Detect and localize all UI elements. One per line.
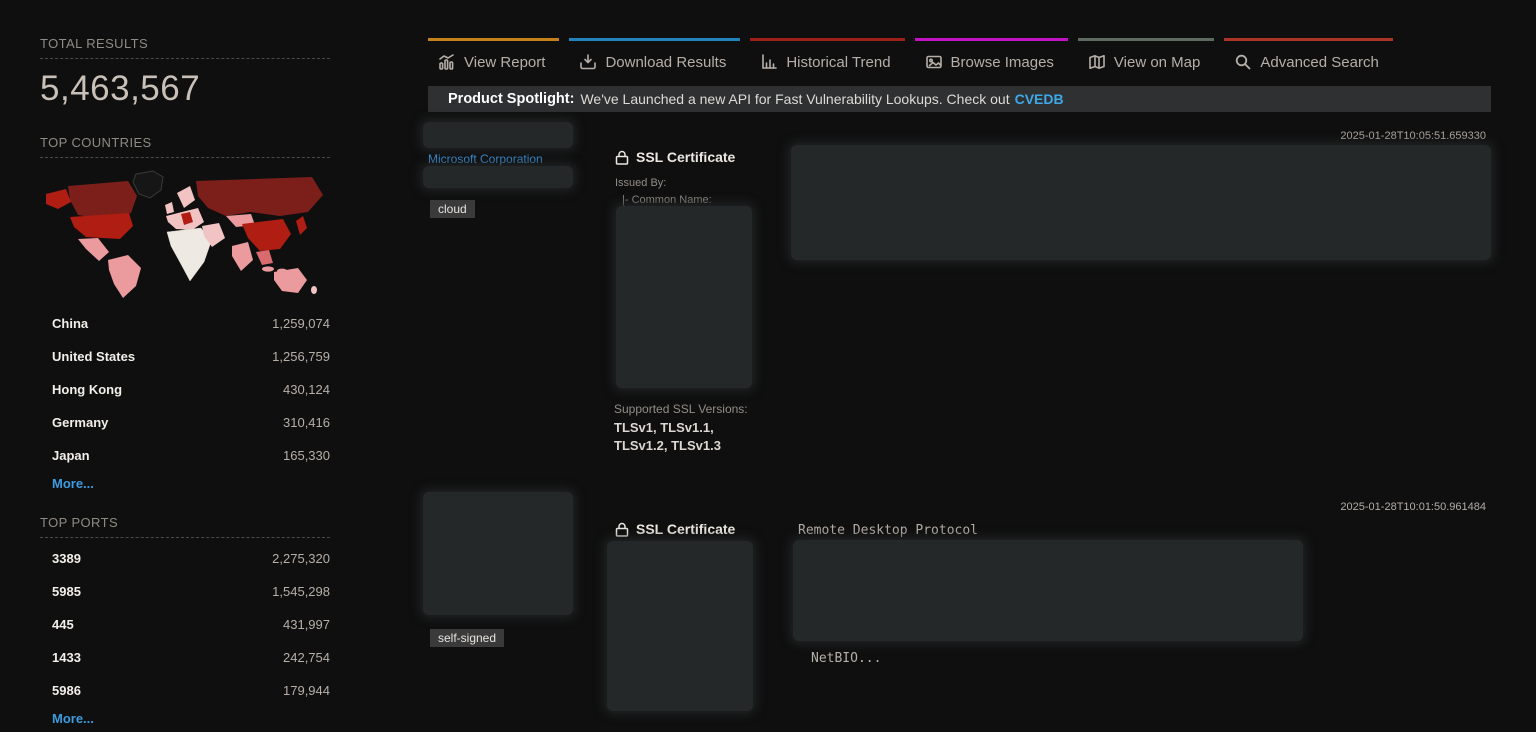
port-row[interactable]: 5985 1,545,298 (40, 575, 330, 608)
result-timestamp: 2025-01-28T10:01:50.961484 (1340, 501, 1486, 513)
top-countries-list: China 1,259,074 United States 1,256,759 … (40, 307, 330, 472)
banner-prefix: Product Spotlight: (448, 91, 574, 107)
port-name[interactable]: 5986 (52, 683, 81, 698)
lock-icon (615, 522, 629, 537)
port-count: 1,545,298 (272, 584, 330, 599)
port-name[interactable]: 445 (52, 617, 74, 632)
browse-images-tab[interactable]: Browse Images (915, 38, 1068, 81)
country-name[interactable]: Hong Kong (52, 382, 122, 397)
country-name[interactable]: Germany (52, 415, 108, 430)
advanced-search-tab[interactable]: Advanced Search (1224, 38, 1392, 81)
port-count: 2,275,320 (272, 551, 330, 566)
country-name[interactable]: China (52, 316, 88, 331)
common-name-label: |- Common Name: (622, 194, 712, 206)
top-ports-section: TOP PORTS 3389 2,275,320 5985 1,545,298 … (40, 515, 330, 728)
more-ports-link[interactable]: More... (52, 711, 94, 726)
top-countries-section: TOP COUNTRIES (40, 135, 330, 493)
organization-link[interactable]: Microsoft Corporation (428, 152, 543, 166)
country-count: 1,259,074 (272, 316, 330, 331)
choropleth-map-image (40, 168, 328, 298)
country-count: 165,330 (283, 448, 330, 463)
redacted-hostname (423, 122, 573, 148)
histogram-icon (760, 53, 778, 71)
cvedb-link[interactable]: CVEDB (1015, 91, 1064, 107)
country-name[interactable]: United States (52, 349, 135, 364)
port-row[interactable]: 5986 179,944 (40, 674, 330, 707)
country-row[interactable]: Hong Kong 430,124 (40, 373, 330, 406)
port-row[interactable]: 445 431,997 (40, 608, 330, 641)
cloud-tag[interactable]: cloud (430, 200, 475, 218)
search-icon (1234, 53, 1252, 71)
country-count: 430,124 (283, 382, 330, 397)
images-icon (925, 53, 943, 71)
lock-icon (615, 150, 629, 165)
country-name[interactable]: Japan (52, 448, 90, 463)
total-results-label: TOTAL RESULTS (40, 36, 330, 59)
tab-label: Download Results (605, 54, 726, 71)
result-timestamp: 2025-01-28T10:05:51.659330 (1340, 130, 1486, 142)
redacted-banner-data (791, 145, 1491, 260)
action-toolbar: View Report Download Results Historical … (428, 38, 1403, 81)
redacted-banner-data (793, 540, 1303, 641)
ssl-certificate-title: SSL Certificate (615, 521, 735, 537)
issued-by-label: Issued By: (615, 177, 666, 189)
port-name[interactable]: 3389 (52, 551, 81, 566)
results-main: View Report Download Results Historical … (423, 0, 1496, 732)
ssl-versions-label: Supported SSL Versions: (614, 402, 748, 416)
report-chart-icon (438, 53, 456, 71)
total-results-value: 5,463,567 (40, 69, 330, 109)
port-row[interactable]: 1433 242,754 (40, 641, 330, 674)
service-footer: NetBIO... (811, 651, 881, 666)
view-on-map-tab[interactable]: View on Map (1078, 38, 1214, 81)
redacted-location (423, 166, 573, 188)
country-count: 310,416 (283, 415, 330, 430)
tab-label: Historical Trend (786, 54, 890, 71)
country-row[interactable]: Japan 165,330 (40, 439, 330, 472)
country-count: 1,256,759 (272, 349, 330, 364)
tab-label: View on Map (1114, 54, 1200, 71)
tab-label: View Report (464, 54, 545, 71)
service-title: Remote Desktop Protocol (798, 523, 978, 538)
search-result: 2025-01-28T10:01:50.961484 self-signed S… (423, 492, 1491, 720)
map-icon (1088, 53, 1106, 71)
ssl-versions-value: TLSv1, TLSv1.1, TLSv1.2, TLSv1.3 (614, 419, 769, 454)
top-ports-label: TOP PORTS (40, 515, 330, 538)
port-count: 431,997 (283, 617, 330, 632)
tab-label: Browse Images (951, 54, 1054, 71)
download-icon (579, 53, 597, 71)
top-ports-list: 3389 2,275,320 5985 1,545,298 445 431,99… (40, 542, 330, 707)
world-map (40, 168, 330, 303)
top-countries-label: TOP COUNTRIES (40, 135, 330, 158)
search-result: 2025-01-28T10:05:51.659330 Microsoft Cor… (423, 122, 1491, 462)
facet-sidebar: TOTAL RESULTS 5,463,567 TOP COUNTRIES (40, 36, 330, 728)
tab-label: Advanced Search (1260, 54, 1378, 71)
historical-trend-tab[interactable]: Historical Trend (750, 38, 904, 81)
ssl-certificate-title: SSL Certificate (615, 149, 735, 165)
country-row[interactable]: China 1,259,074 (40, 307, 330, 340)
redacted-screenshot (423, 492, 573, 615)
view-report-tab[interactable]: View Report (428, 38, 559, 81)
more-countries-link[interactable]: More... (52, 476, 94, 491)
port-count: 179,944 (283, 683, 330, 698)
total-results-section: TOTAL RESULTS 5,463,567 (40, 36, 330, 109)
self-signed-tag[interactable]: self-signed (430, 629, 504, 647)
country-row[interactable]: Germany 310,416 (40, 406, 330, 439)
port-name[interactable]: 5985 (52, 584, 81, 599)
download-results-tab[interactable]: Download Results (569, 38, 740, 81)
product-spotlight-banner: Product Spotlight: We've Launched a new … (428, 86, 1491, 112)
banner-text: We've Launched a new API for Fast Vulner… (580, 91, 1009, 107)
redacted-certificate (616, 206, 752, 388)
port-count: 242,754 (283, 650, 330, 665)
redacted-certificate (607, 541, 753, 711)
port-name[interactable]: 1433 (52, 650, 81, 665)
port-row[interactable]: 3389 2,275,320 (40, 542, 330, 575)
country-row[interactable]: United States 1,256,759 (40, 340, 330, 373)
